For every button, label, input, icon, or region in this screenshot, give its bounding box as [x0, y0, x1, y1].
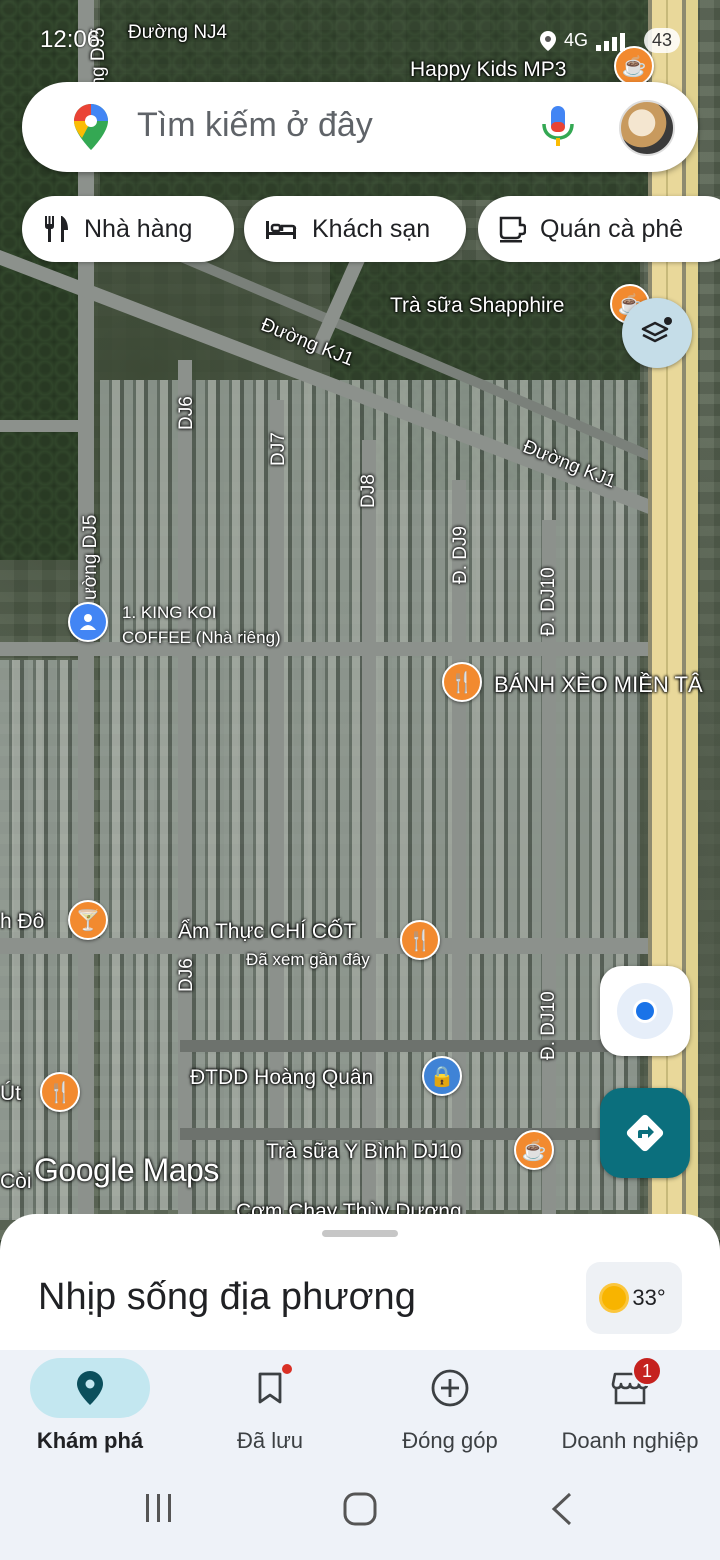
place-label[interactable]: ĐTDD Hoàng Quân	[190, 1066, 373, 1090]
bookmark-icon	[258, 1372, 282, 1404]
road-label-dj6: DJ6	[176, 958, 197, 992]
place-label[interactable]: Còi	[0, 1170, 32, 1194]
coffee-cup-icon[interactable]: ☕	[514, 1130, 554, 1170]
place-label[interactable]: 1. KING KOI	[122, 603, 216, 623]
place-label[interactable]: Trà sữa Y Bình DJ10	[266, 1140, 462, 1164]
place-label[interactable]: BÁNH XÈO MIỀN TÂ	[494, 672, 703, 698]
place-label[interactable]: h Đô	[0, 910, 44, 934]
road-horizontal	[180, 1040, 650, 1052]
place-label[interactable]: Trà sữa Shapphire	[390, 294, 564, 318]
fork-knife-icon[interactable]: 🍴	[400, 920, 440, 960]
cocktail-icon[interactable]: 🍸	[68, 900, 108, 940]
fork-knife-icon[interactable]: 🍴	[40, 1072, 80, 1112]
nav-label: Khám phá	[36, 1428, 144, 1453]
status-bar: 12:06 4G 43	[40, 24, 680, 60]
road-dj8	[362, 440, 376, 1240]
network-type: 4G	[563, 30, 588, 50]
coffee-cup-icon	[499, 216, 526, 243]
place-label[interactable]: Ẩm Thực CHÍ CỐT	[178, 920, 356, 944]
bottom-sheet[interactable]: Nhịp sống địa phương 33°	[0, 1214, 720, 1354]
road-label-dj10: Đ. DJ10	[538, 567, 559, 636]
chip-cafes[interactable]: Quán cà phê	[478, 196, 720, 262]
google-maps-logo: Google Maps	[34, 1152, 219, 1188]
place-label[interactable]: Happy Kids MP3	[410, 58, 566, 82]
weather-chip[interactable]: 33°	[586, 1262, 682, 1334]
nav-label: Doanh nghiệp	[561, 1428, 699, 1453]
search-bar[interactable]: Tìm kiếm ở đây	[22, 82, 698, 172]
status-time: 12:06	[40, 26, 101, 53]
my-location-icon	[617, 983, 673, 1039]
person-icon[interactable]	[68, 602, 108, 642]
road-label-dj9: Đ. DJ9	[450, 525, 471, 584]
road-horizontal	[0, 642, 648, 656]
layers-icon	[641, 317, 672, 343]
road-horizontal	[180, 1128, 650, 1140]
road-horizontal	[0, 420, 90, 432]
road-label-dj8: DJ8	[358, 474, 379, 508]
back-icon[interactable]	[550, 1492, 574, 1526]
chip-label: Quán cà phê	[540, 214, 684, 243]
place-label[interactable]: Út	[0, 1082, 21, 1106]
nav-explore[interactable]: Khám phá	[0, 1350, 180, 1460]
chip-label: Nhà hàng	[84, 214, 193, 243]
road-label-dj10: Đ. DJ10	[538, 991, 559, 1060]
sheet-drag-handle[interactable]	[322, 1230, 398, 1237]
directions-button[interactable]	[600, 1088, 690, 1178]
chip-hotels[interactable]: Khách sạn	[244, 196, 466, 262]
road-label-dj5: ường DJ5	[80, 514, 101, 600]
notification-badge: 1	[632, 1356, 662, 1386]
directions-icon	[626, 1114, 664, 1152]
nav-label: Đóng góp	[402, 1428, 498, 1453]
road-dj7	[270, 400, 284, 1240]
microphone-icon[interactable]	[540, 104, 576, 150]
nav-contribute[interactable]: Đóng góp	[360, 1350, 540, 1460]
signal-icon	[595, 32, 625, 51]
user-avatar[interactable]	[619, 100, 675, 156]
location-pin-icon	[77, 1371, 103, 1405]
place-sublabel: Đã xem gần đây	[246, 950, 370, 969]
notification-dot	[282, 1364, 292, 1374]
google-maps-pin-icon	[74, 104, 108, 150]
shopping-bag-icon[interactable]: 🔒	[422, 1056, 462, 1096]
road-dj9	[452, 480, 466, 1240]
my-location-button[interactable]	[600, 966, 690, 1056]
sheet-title: Nhịp sống địa phương	[38, 1276, 416, 1318]
road-label-dj7: DJ7	[268, 432, 289, 466]
map-layers-button[interactable]	[622, 298, 692, 368]
chip-restaurants[interactable]: Nhà hàng	[22, 196, 234, 262]
place-label[interactable]: COFFEE (Nhà riêng)	[122, 628, 281, 648]
home-icon[interactable]	[343, 1492, 377, 1526]
search-input[interactable]: Tìm kiếm ở đây	[137, 106, 373, 145]
sun-icon	[602, 1286, 627, 1310]
road-label-dj6: DJ6	[176, 396, 197, 430]
nav-saved[interactable]: Đã lưu	[180, 1350, 360, 1460]
bed-icon	[266, 221, 297, 239]
temperature: 33°	[632, 1285, 666, 1310]
bottom-navigation: Khám phá Đã lưu Đóng góp 1 Doanh nghiệp	[0, 1350, 720, 1460]
nav-business[interactable]: 1 Doanh nghiệp	[540, 1350, 720, 1460]
system-navigation-bar	[0, 1460, 720, 1560]
fork-knife-icon	[45, 216, 68, 242]
fork-knife-icon[interactable]: 🍴	[442, 662, 482, 702]
nav-label: Đã lưu	[236, 1428, 304, 1453]
recent-apps-icon[interactable]	[144, 1492, 174, 1524]
chip-label: Khách sạn	[312, 214, 431, 243]
battery-indicator: 43	[643, 28, 680, 53]
add-circle-icon	[431, 1369, 469, 1407]
road-dj6	[178, 360, 192, 1240]
location-icon	[539, 30, 556, 51]
